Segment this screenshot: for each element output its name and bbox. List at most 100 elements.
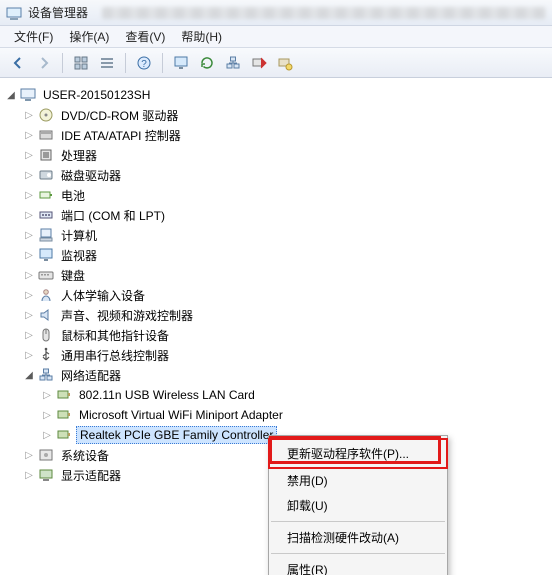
tree-row[interactable]: ▷端口 (COM 和 LPT) [4, 205, 548, 225]
tiles-icon[interactable] [69, 51, 93, 75]
collapse-icon[interactable]: ◢ [4, 90, 18, 101]
twisty-spacer: ▷ [22, 310, 36, 321]
tree-label[interactable]: Realtek PCIe GBE Family Controller [76, 426, 277, 444]
legacy-device-icon[interactable] [273, 51, 297, 75]
twisty-spacer: ▷ [22, 250, 36, 261]
menu-help[interactable]: 帮助(H) [173, 26, 230, 47]
help-icon[interactable] [132, 51, 156, 75]
tree-panel: ◢ USER-20150123SH ▷ DVD/CD-ROM 驱动器 ▷ IDE ATA/… [0, 78, 552, 575]
tree-row[interactable]: ▷ 监视器 [4, 245, 548, 265]
disk-icon [38, 167, 54, 183]
tree-label[interactable]: 通用串行总线控制器 [58, 346, 172, 365]
twisty-spacer: ▷ [22, 450, 36, 461]
collapse-icon[interactable]: ◢ [22, 370, 36, 381]
context-item[interactable]: 属性(R) [269, 557, 447, 575]
context-item[interactable]: 扫描检测硬件改动(A) [269, 525, 447, 550]
netcard-icon [56, 387, 72, 403]
twisty-spacer: ▷ [22, 150, 36, 161]
port-icon [38, 207, 54, 223]
title-bar: 设备管理器 [0, 0, 552, 26]
tree-row[interactable]: ▷人体学输入设备 [4, 285, 548, 305]
tree-row[interactable]: ▷ DVD/CD-ROM 驱动器 [4, 105, 548, 125]
twisty-spacer: ▷ [40, 430, 54, 441]
context-separator [271, 521, 445, 522]
tree-label[interactable]: 处理器 [58, 146, 100, 165]
tree-label[interactable]: DVD/CD-ROM 驱动器 [58, 106, 181, 125]
tree-label[interactable]: 显示适配器 [58, 466, 124, 485]
tree-label[interactable]: 监视器 [58, 246, 100, 265]
menu-bar: 文件(F) 操作(A) 查看(V) 帮助(H) [0, 26, 552, 48]
tree-row[interactable]: ▷磁盘驱动器 [4, 165, 548, 185]
twisty-spacer: ▷ [22, 110, 36, 121]
menu-action[interactable]: 操作(A) [61, 26, 117, 47]
device-tree[interactable]: ◢ USER-20150123SH ▷ DVD/CD-ROM 驱动器 ▷ IDE ATA/… [4, 85, 548, 485]
tree-label[interactable]: 电池 [58, 186, 88, 205]
tree-row[interactable]: ◢ USER-20150123SH [4, 85, 548, 105]
tree-label[interactable]: 系统设备 [58, 446, 112, 465]
refresh-icon[interactable] [195, 51, 219, 75]
network-icon[interactable] [221, 51, 245, 75]
toolbar-separator [62, 53, 63, 73]
monitor-icon[interactable] [169, 51, 193, 75]
ide-icon [38, 127, 54, 143]
toolbar [0, 48, 552, 78]
twisty-spacer: ▷ [22, 190, 36, 201]
twisty-spacer: ▷ [22, 230, 36, 241]
menu-file[interactable]: 文件(F) [6, 26, 61, 47]
tree-row[interactable]: ▷ 计算机 [4, 225, 548, 245]
app-icon [6, 5, 22, 21]
context-separator [271, 553, 445, 554]
display-icon [38, 467, 54, 483]
twisty-spacer: ▷ [22, 350, 36, 361]
tree-label[interactable]: 网络适配器 [58, 366, 124, 385]
tree-label[interactable]: 端口 (COM 和 LPT) [58, 206, 168, 225]
twisty-spacer: ▷ [40, 410, 54, 421]
back-icon[interactable] [6, 51, 30, 75]
context-item[interactable]: 卸载(U) [269, 493, 447, 518]
tree-label[interactable]: Microsoft Virtual WiFi Miniport Adapter [76, 407, 286, 423]
menu-view[interactable]: 查看(V) [117, 26, 173, 47]
tree-row[interactable]: ◢ 网络适配器 [4, 365, 548, 385]
twisty-spacer: ▷ [22, 330, 36, 341]
keyboard-icon [38, 267, 54, 283]
window-title: 设备管理器 [28, 4, 88, 21]
netcard-icon [56, 427, 72, 443]
twisty-spacer: ▷ [22, 270, 36, 281]
address-blur [102, 7, 546, 19]
forward-icon[interactable] [32, 51, 56, 75]
tree-label[interactable]: IDE ATA/ATAPI 控制器 [58, 126, 184, 145]
context-item[interactable]: 禁用(D) [269, 468, 447, 493]
tree-row[interactable]: ▷802.11n USB Wireless LAN Card [4, 385, 548, 405]
tree-row[interactable]: ▷ 处理器 [4, 145, 548, 165]
tree-row[interactable]: ▷ 通用串行总线控制器 [4, 345, 548, 365]
toolbar-separator [162, 53, 163, 73]
tree-label[interactable]: 鼠标和其他指针设备 [58, 326, 172, 345]
tree-row[interactable]: ▷ 声音、视频和游戏控制器 [4, 305, 548, 325]
tree-row[interactable]: ▷ IDE ATA/ATAPI 控制器 [4, 125, 548, 145]
tree-row[interactable]: ▷ 电池 [4, 185, 548, 205]
netcard-icon [56, 407, 72, 423]
system-icon [38, 447, 54, 463]
remove-device-icon[interactable] [247, 51, 271, 75]
tree-label[interactable]: USER-20150123SH [40, 87, 153, 103]
tree-label[interactable]: 键盘 [58, 266, 88, 285]
tree-label[interactable]: 计算机 [58, 226, 100, 245]
tree-label[interactable]: 人体学输入设备 [58, 286, 148, 305]
toolbar-separator [125, 53, 126, 73]
tree-label[interactable]: 802.11n USB Wireless LAN Card [76, 387, 258, 403]
cpu-icon [38, 147, 54, 163]
tree-label[interactable]: 磁盘驱动器 [58, 166, 124, 185]
tree-row[interactable]: ▷ 键盘 [4, 265, 548, 285]
network-dev-icon [38, 367, 54, 383]
tree-row[interactable]: ▷ Microsoft Virtual WiFi Miniport Adapter [4, 405, 548, 425]
details-icon[interactable] [95, 51, 119, 75]
context-menu: 更新驱动程序软件(P)...禁用(D)卸载(U) 扫描检测硬件改动(A) 属性(R) [268, 435, 448, 575]
twisty-spacer: ▷ [22, 130, 36, 141]
tree-row[interactable]: ▷ 鼠标和其他指针设备 [4, 325, 548, 345]
usb-icon [38, 347, 54, 363]
hid-icon [38, 287, 54, 303]
tree-label[interactable]: 声音、视频和游戏控制器 [58, 306, 196, 325]
context-item[interactable]: 更新驱动程序软件(P)... [269, 439, 447, 468]
pc-icon [38, 227, 54, 243]
twisty-spacer: ▷ [22, 470, 36, 481]
